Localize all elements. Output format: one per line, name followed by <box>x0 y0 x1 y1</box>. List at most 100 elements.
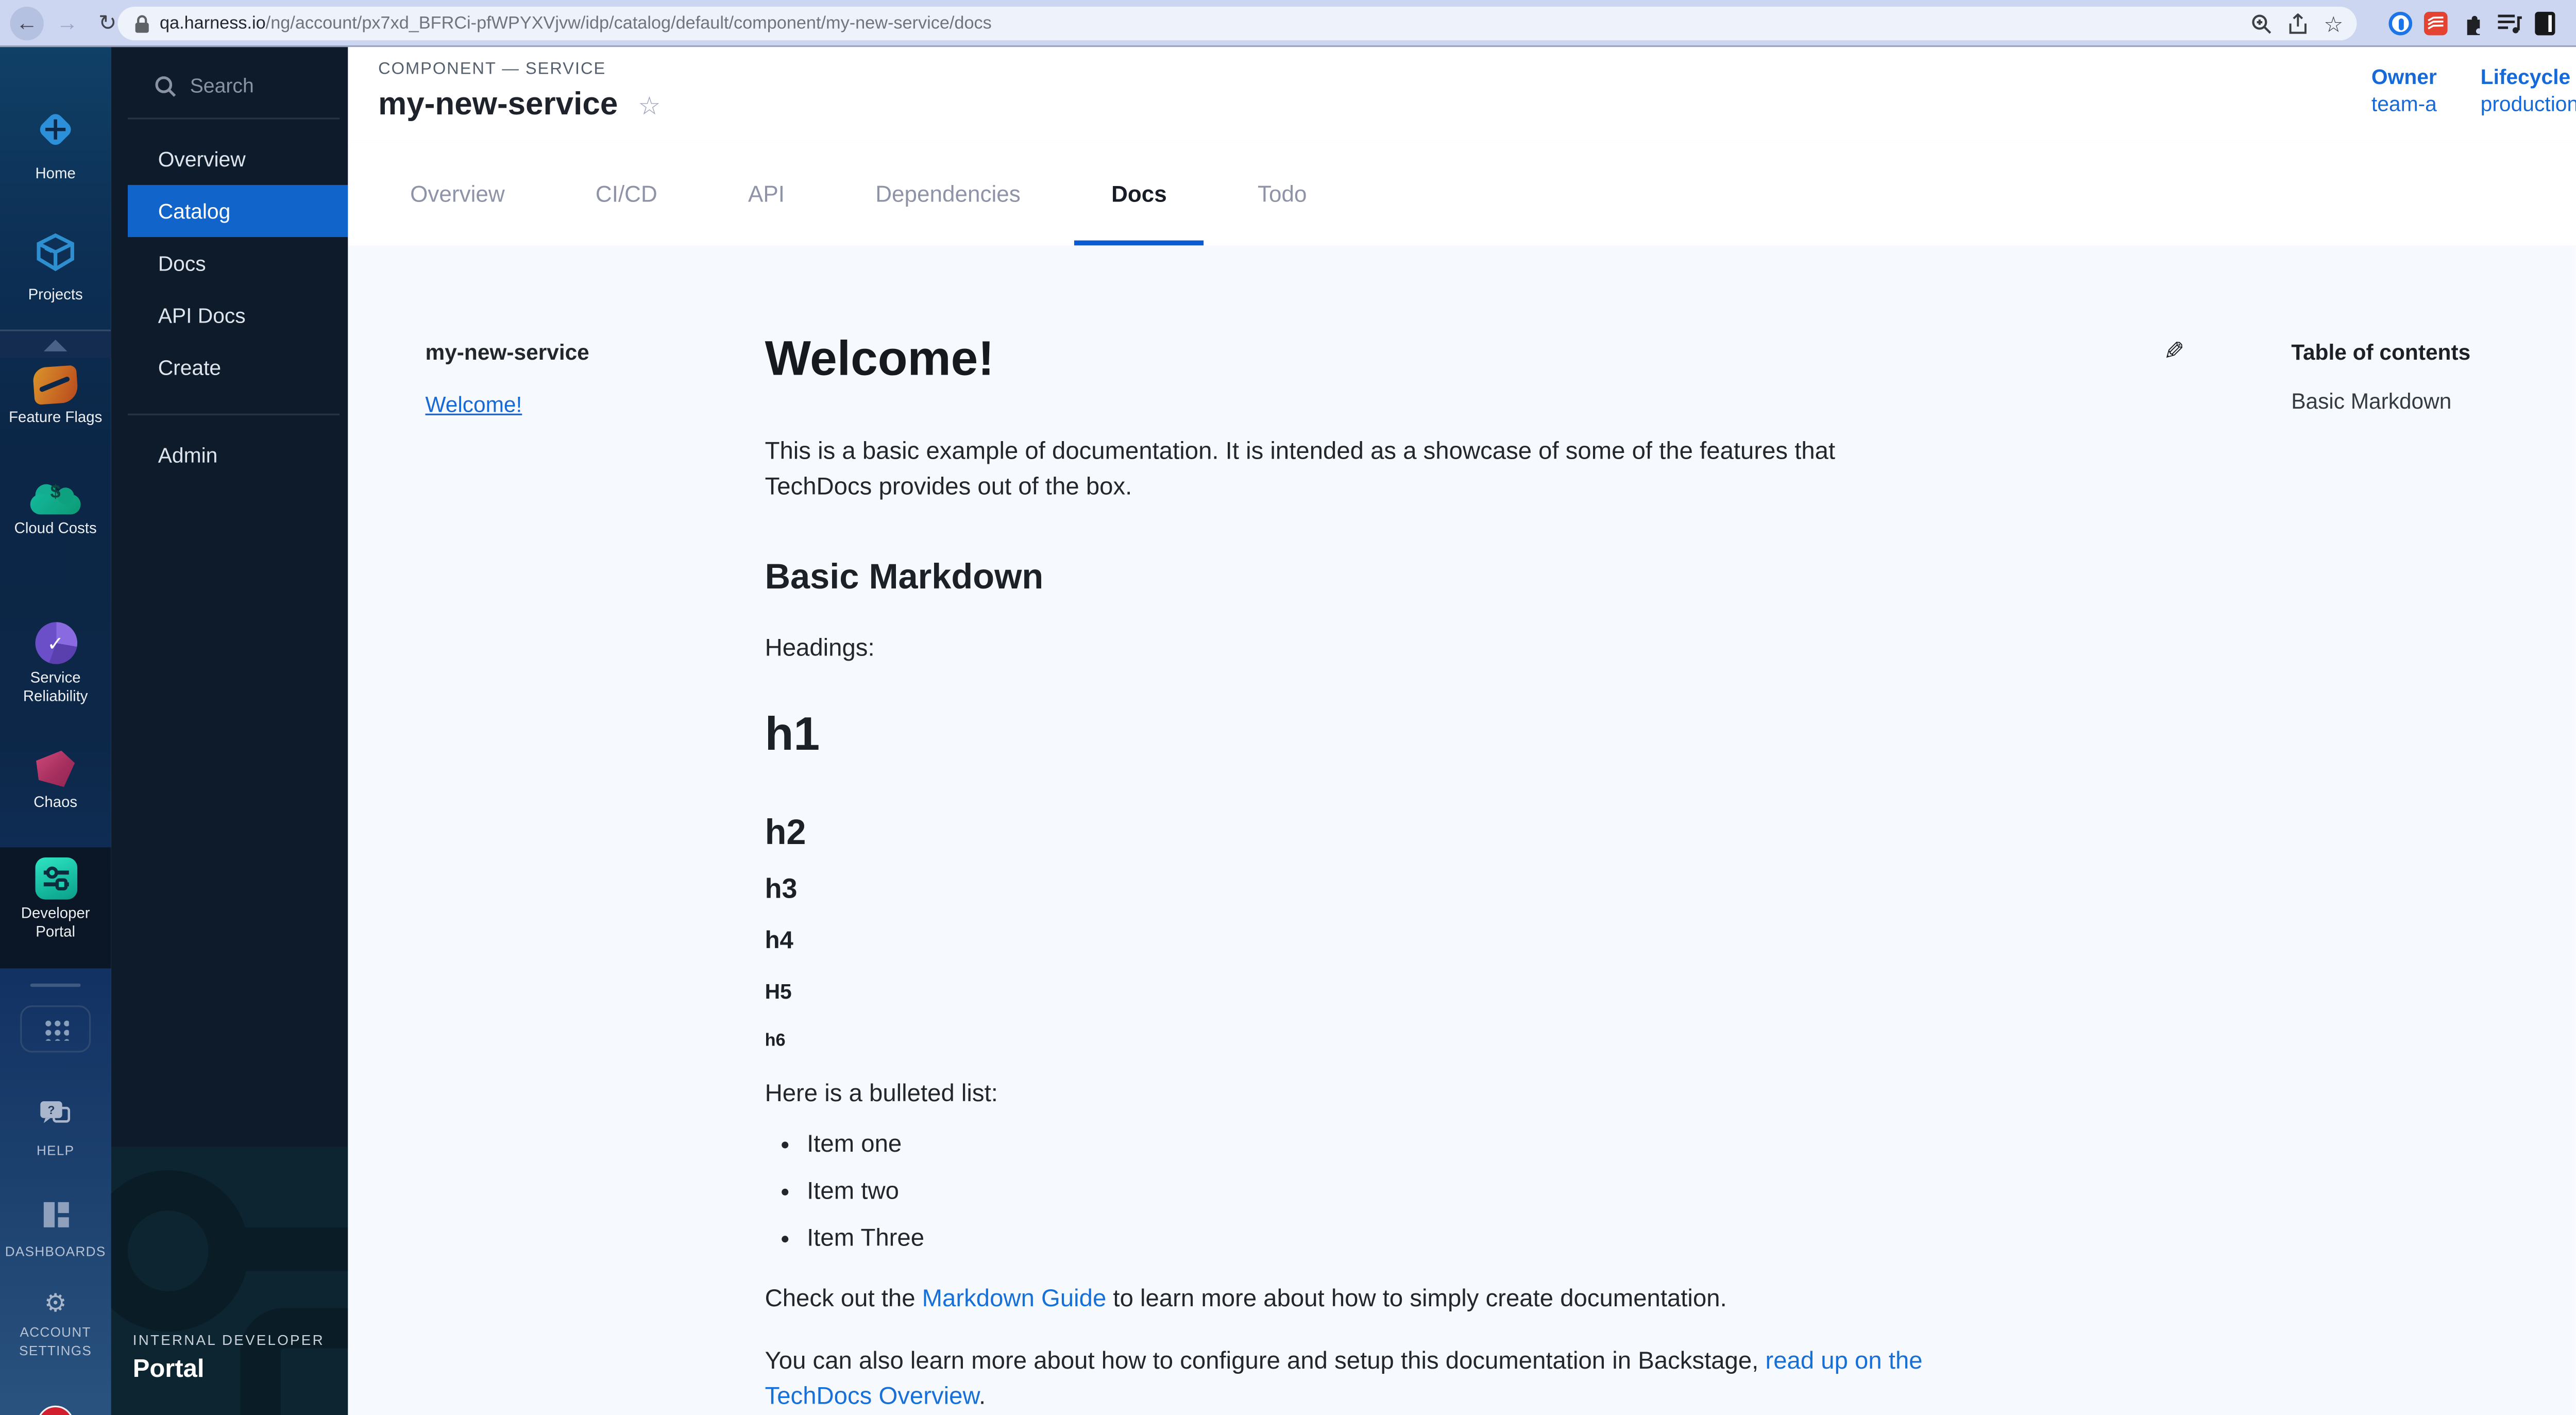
sidebar-collapse-button[interactable] <box>0 330 111 358</box>
user-avatar[interactable]: HM <box>37 1406 74 1415</box>
demo-heading-h2: h2 <box>765 814 1934 854</box>
list-lead: Here is a bulleted list: <box>765 1078 1934 1114</box>
sidebar-item-label: Service Reliability <box>0 669 111 706</box>
sidebar-item-label: Chaos <box>0 794 111 812</box>
extensions-puzzle-icon[interactable] <box>2459 11 2484 36</box>
toc-item-basic-markdown[interactable]: Basic Markdown <box>2291 389 2576 414</box>
nav-item-docs[interactable]: Docs <box>111 237 348 289</box>
sidebar-item-label: ACCOUNT SETTINGS <box>0 1323 111 1360</box>
owner-meta: Owner team-a <box>2371 65 2437 116</box>
docs-nav-title: my-new-service <box>425 340 711 365</box>
markdown-guide-link[interactable]: Markdown Guide <box>922 1286 1107 1313</box>
module-picker-button[interactable] <box>20 1005 91 1052</box>
nav-item-label: API Docs <box>158 304 246 327</box>
help-chat-icon: ? <box>39 1100 72 1128</box>
cloud-dollar-icon: $ <box>30 481 81 514</box>
tab-dependencies[interactable]: Dependencies <box>838 143 1057 245</box>
tab-cicd[interactable]: CI/CD <box>558 143 694 245</box>
sidebar-item-feature-flags[interactable]: Feature Flags <box>0 366 111 427</box>
page-title: my-new-service <box>378 88 618 125</box>
lifecycle-meta: Lifecycle production <box>2481 65 2576 116</box>
svg-text:?: ? <box>48 1103 55 1117</box>
favorite-star-icon[interactable]: ☆ <box>638 93 660 119</box>
nav-item-label: Docs <box>158 251 206 275</box>
guide-suffix: to learn more about how to simply create… <box>1106 1286 1726 1313</box>
sidebar-item-home[interactable]: Home <box>0 108 111 183</box>
tab-docs[interactable]: Docs <box>1074 143 1204 245</box>
search-placeholder: Search <box>190 74 254 98</box>
sidebar-item-label: Developer Portal <box>0 904 111 941</box>
backstage-suffix: . <box>979 1384 986 1411</box>
sidebar-item-label: HELP <box>0 1141 111 1160</box>
browser-forward-button[interactable]: → <box>50 6 84 39</box>
sidebar-item-dashboards[interactable]: DASHBOARDS <box>0 1201 111 1261</box>
gear-icon: ⚙ <box>0 1291 111 1318</box>
docs-article: Welcome! This is a basic example of docu… <box>765 245 1934 1415</box>
sidebar-item-chaos[interactable]: Chaos <box>0 750 111 812</box>
demo-heading-h5: H5 <box>765 980 1934 1004</box>
sidebar-item-label: Home <box>0 165 111 183</box>
side-panel-icon[interactable] <box>2535 12 2555 36</box>
url-path: /ng/account/px7xd_BFRCi-pfWPYXVjvw/idp/c… <box>266 13 992 33</box>
sidebar-item-account-settings[interactable]: ⚙ ACCOUNT SETTINGS <box>0 1291 111 1360</box>
guide-prefix: Check out the <box>765 1286 922 1313</box>
sidebar-item-developer-portal[interactable]: Developer Portal <box>0 857 111 941</box>
nav-item-admin[interactable]: Admin <box>111 429 348 481</box>
idp-brand-area: INTERNAL DEVELOPER Portal <box>111 1147 348 1415</box>
module-sidebar: Home Projects Feature Flags $ Cloud Cost… <box>0 47 111 1415</box>
sidebar-item-projects[interactable]: Projects <box>0 232 111 304</box>
owner-label: Owner <box>2371 65 2437 89</box>
cube-icon <box>33 232 77 272</box>
main-panel: COMPONENT — SERVICE my-new-service ☆ Own… <box>348 47 2576 1415</box>
bulleted-list: Item one Item two Item Three <box>765 1128 1934 1258</box>
tab-api[interactable]: API <box>711 143 822 245</box>
nav-item-catalog[interactable]: Catalog <box>128 185 348 237</box>
chaos-icon <box>35 750 77 788</box>
browser-back-button[interactable]: ← <box>10 6 44 39</box>
url-host: qa.harness.io <box>160 13 266 33</box>
playlist-icon[interactable] <box>2496 12 2523 36</box>
tab-overview[interactable]: Overview <box>373 143 541 245</box>
zoom-icon[interactable] <box>2251 12 2273 34</box>
demo-heading-h1: h1 <box>765 708 1934 762</box>
idp-sidebar: Search Overview Catalog Docs API Docs Cr… <box>111 47 348 1415</box>
sidebar-divider <box>30 984 81 987</box>
docs-nav-link-welcome[interactable]: Welcome! <box>425 392 522 417</box>
screen: ← → ↻ qa.harness.io/ng/account/px7xd_BFR… <box>0 0 2576 1415</box>
circuit-decoration <box>241 1308 348 1415</box>
search-icon <box>155 75 176 96</box>
demo-heading-h3: h3 <box>765 874 1934 906</box>
lifecycle-value: production <box>2481 92 2576 116</box>
sidebar-item-label: Cloud Costs <box>0 519 111 538</box>
url-text: qa.harness.io/ng/account/px7xd_BFRCi-pfW… <box>160 13 992 33</box>
nav-item-api-docs[interactable]: API Docs <box>111 289 348 341</box>
share-icon[interactable] <box>2289 12 2309 34</box>
bookmark-star-icon[interactable]: ☆ <box>2324 12 2343 34</box>
flag-icon <box>32 365 79 405</box>
nav-item-label: Overview <box>158 147 246 171</box>
search-field[interactable]: Search <box>111 47 348 97</box>
browser-profile-avatar[interactable] <box>2567 10 2576 37</box>
nav-item-overview[interactable]: Overview <box>111 133 348 185</box>
section-basic-markdown: Basic Markdown <box>765 558 1934 598</box>
tab-todo[interactable]: Todo <box>1221 143 1344 245</box>
sidebar-item-service-reliability[interactable]: ✓ Service Reliability <box>0 622 111 706</box>
article-title: Welcome! <box>765 333 1934 389</box>
sidebar-item-cloud-costs[interactable]: $ Cloud Costs <box>0 481 111 538</box>
docs-nav: my-new-service Welcome! <box>425 340 711 420</box>
tab-label: API <box>748 181 785 207</box>
chevron-up-icon <box>44 339 67 350</box>
developer-portal-icon <box>35 857 77 900</box>
owner-value[interactable]: team-a <box>2371 92 2437 116</box>
nav-item-create[interactable]: Create <box>111 341 348 393</box>
onepassword-extension-icon[interactable] <box>2388 12 2412 36</box>
nav-item-label: Catalog <box>158 199 231 223</box>
edit-pencil-icon[interactable]: ✎ <box>2163 336 2184 367</box>
sidebar-item-help[interactable]: ? HELP <box>0 1100 111 1160</box>
address-bar[interactable]: qa.harness.io/ng/account/px7xd_BFRCi-pfW… <box>117 7 2357 40</box>
lifecycle-label: Lifecycle <box>2481 65 2576 89</box>
todoist-extension-icon[interactable] <box>2424 12 2448 36</box>
demo-heading-h4: h4 <box>765 928 1934 955</box>
browser-chrome: ← → ↻ qa.harness.io/ng/account/px7xd_BFR… <box>0 0 2576 47</box>
tab-label: Dependencies <box>875 181 1021 207</box>
